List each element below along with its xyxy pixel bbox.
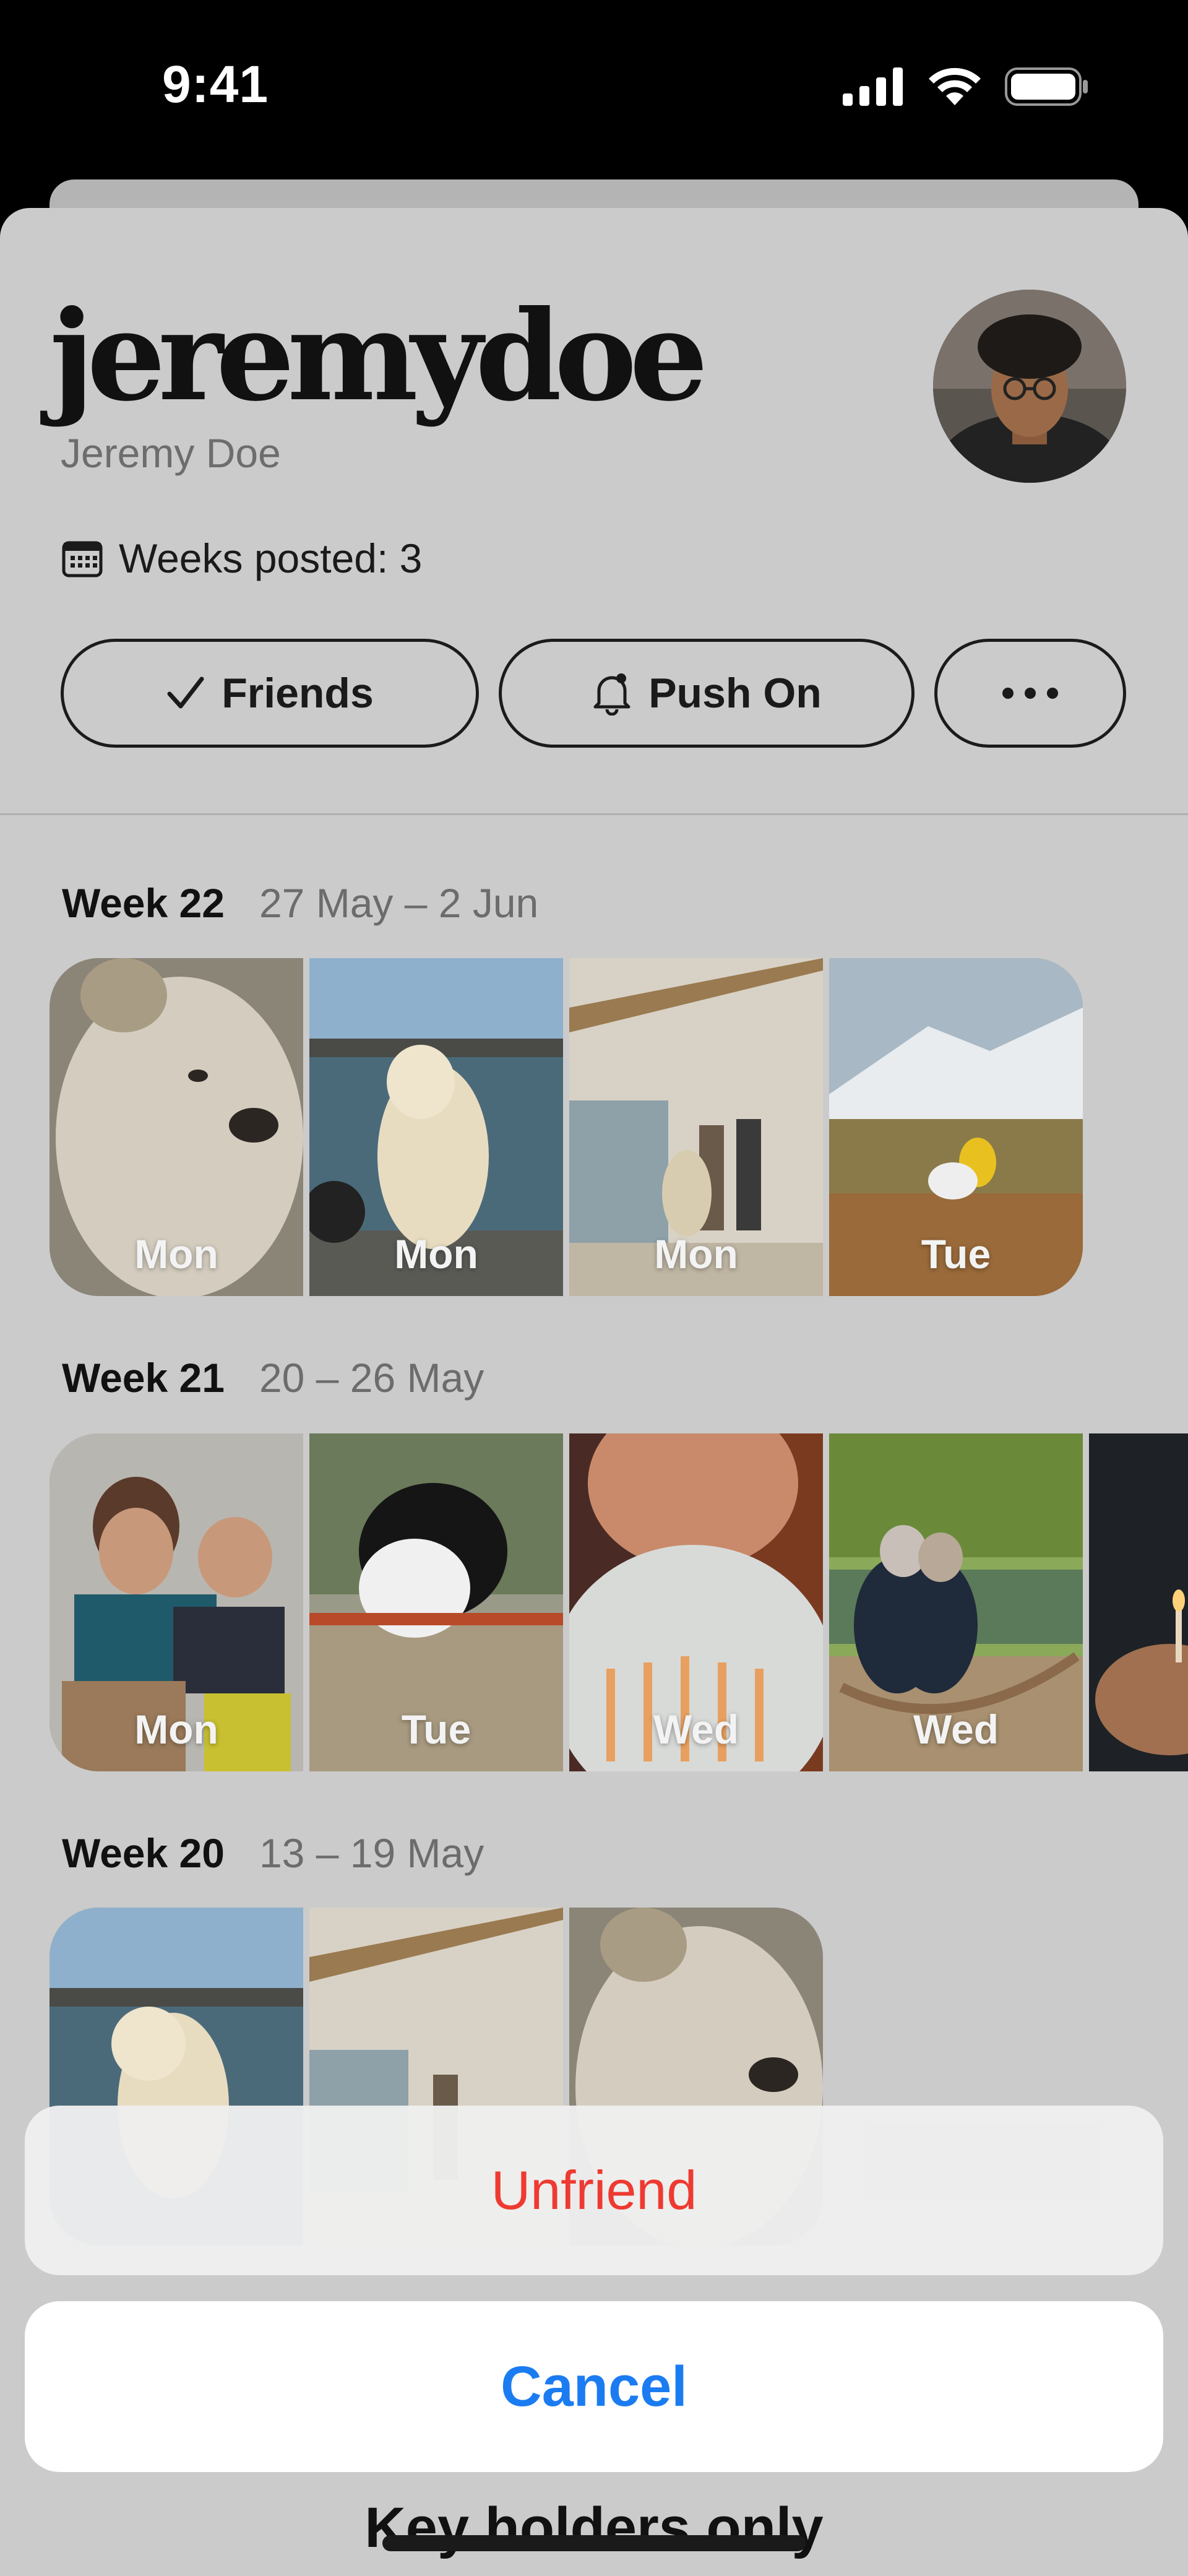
- calendar-icon: [62, 541, 103, 577]
- unfriend-button[interactable]: Unfriend: [25, 2106, 1163, 2275]
- ellipsis-icon: [1002, 688, 1058, 699]
- battery-icon: [1005, 67, 1088, 106]
- photo-day-label: Mon: [134, 1706, 218, 1752]
- photo-day-label: Mon: [394, 1231, 478, 1277]
- photo-tile[interactable]: Mon: [50, 958, 303, 1296]
- checkmark-icon: [167, 676, 204, 709]
- photo-tile[interactable]: Mon: [569, 958, 823, 1296]
- photo-day-label: Mon: [654, 1231, 738, 1277]
- photo-tile[interactable]: Wed: [569, 1433, 823, 1771]
- photo-day-label: Wed: [653, 1706, 739, 1752]
- photo-tile[interactable]: Tue: [829, 958, 1083, 1296]
- status-bar: 9:41: [0, 0, 1188, 179]
- week-number: Week 21: [62, 1355, 225, 1401]
- week-date-range: 27 May – 2 Jun: [259, 880, 539, 926]
- more-options-button[interactable]: [934, 639, 1126, 748]
- friends-button-label: Friends: [222, 670, 374, 717]
- unfriend-label: Unfriend: [491, 2159, 697, 2221]
- profile-handle: jeremydoe: [50, 283, 708, 429]
- week-photo-row: Mon Mon Mon Tue: [50, 958, 1083, 1296]
- photo-day-label: Tue: [921, 1231, 991, 1277]
- photo-tile[interactable]: Mon: [309, 958, 563, 1296]
- week-number: Week 20: [62, 1830, 225, 1876]
- status-time: 9:41: [162, 55, 269, 113]
- photo-tile[interactable]: Wed: [829, 1433, 1083, 1771]
- divider: [0, 813, 1188, 815]
- photo-day-label: W: [1089, 1706, 1188, 1753]
- photo-tile[interactable]: Tue: [309, 1433, 563, 1771]
- week-header: Week 22 27 May – 2 Jun: [62, 880, 538, 927]
- week-header: Week 21 20 – 26 May: [62, 1354, 484, 1401]
- photo-tile[interactable]: W: [1089, 1433, 1188, 1771]
- photo-day-label: Wed: [913, 1706, 999, 1752]
- status-icons: [843, 67, 1089, 106]
- week-date-range: 13 – 19 May: [259, 1830, 484, 1876]
- wifi-icon: [929, 67, 981, 105]
- weeks-posted: Weeks posted: 3: [62, 535, 422, 582]
- cancel-button[interactable]: Cancel: [25, 2301, 1163, 2472]
- photo-tile[interactable]: Mon: [50, 1433, 303, 1771]
- avatar[interactable]: [933, 290, 1126, 483]
- cancel-label: Cancel: [501, 2354, 687, 2418]
- home-indicator[interactable]: [382, 2535, 806, 2551]
- week-header: Week 20 13 – 19 May: [62, 1830, 484, 1877]
- week-number: Week 22: [62, 880, 225, 926]
- week-date-range: 20 – 26 May: [259, 1355, 484, 1401]
- friends-button[interactable]: Friends: [61, 639, 479, 748]
- push-notifications-button[interactable]: Push On: [499, 639, 915, 748]
- profile-full-name: Jeremy Doe: [61, 430, 281, 476]
- bell-icon: [593, 673, 631, 715]
- week-photo-row: Mon Tue Wed Wed W: [50, 1433, 1188, 1771]
- photo-day-label: Tue: [401, 1706, 471, 1752]
- push-button-label: Push On: [648, 670, 822, 717]
- photo-day-label: Mon: [134, 1231, 218, 1277]
- signal-icon: [843, 67, 903, 106]
- weeks-posted-text: Weeks posted: 3: [119, 535, 423, 581]
